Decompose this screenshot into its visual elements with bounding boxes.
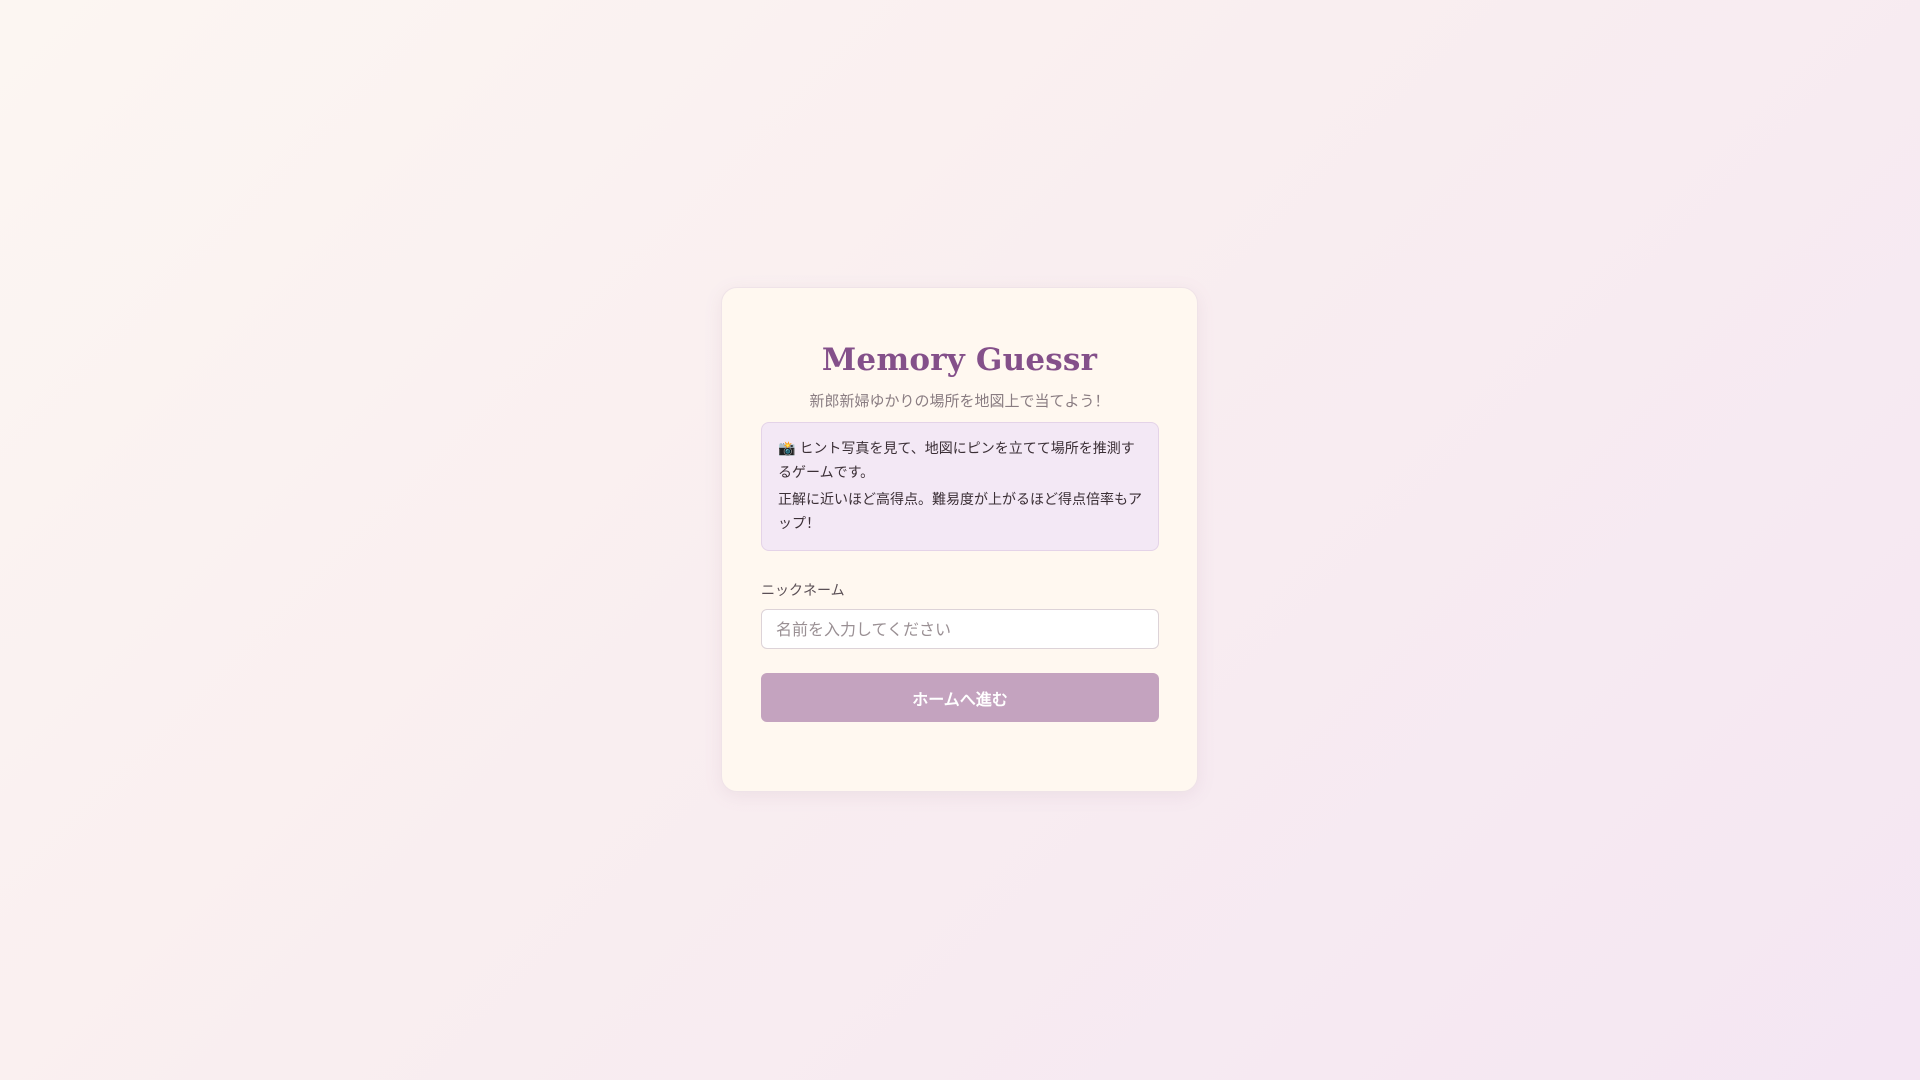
- nickname-label: ニックネーム: [761, 583, 845, 599]
- app-title: Memory Guessr: [821, 342, 1098, 378]
- description-text-1: ヒント写真を見て、地図にピンを立てて場所を推測するゲームです。: [778, 441, 1135, 481]
- description-line-2: 正解に近いほど高得点。難易度が上がるほど得点倍率もアップ！: [778, 492, 1142, 532]
- game-description-box: 📸 ヒント写真を見て、地図にピンを立てて場所を推測するゲームです。 正解に近いほど…: [761, 422, 1159, 551]
- proceed-home-button[interactable]: ホームへ進む: [761, 673, 1159, 722]
- camera-icon: 📸: [778, 441, 796, 457]
- app-subtitle: 新郎新婦ゆかりの場所を地図上で当てよう！: [809, 392, 1110, 410]
- login-card: Memory Guessr 新郎新婦ゆかりの場所を地図上で当てよう！ 📸 ヒント写…: [721, 287, 1198, 792]
- description-line-1: 📸 ヒント写真を見て、地図にピンを立てて場所を推測するゲームです。: [778, 437, 1142, 485]
- nickname-input[interactable]: [761, 609, 1159, 649]
